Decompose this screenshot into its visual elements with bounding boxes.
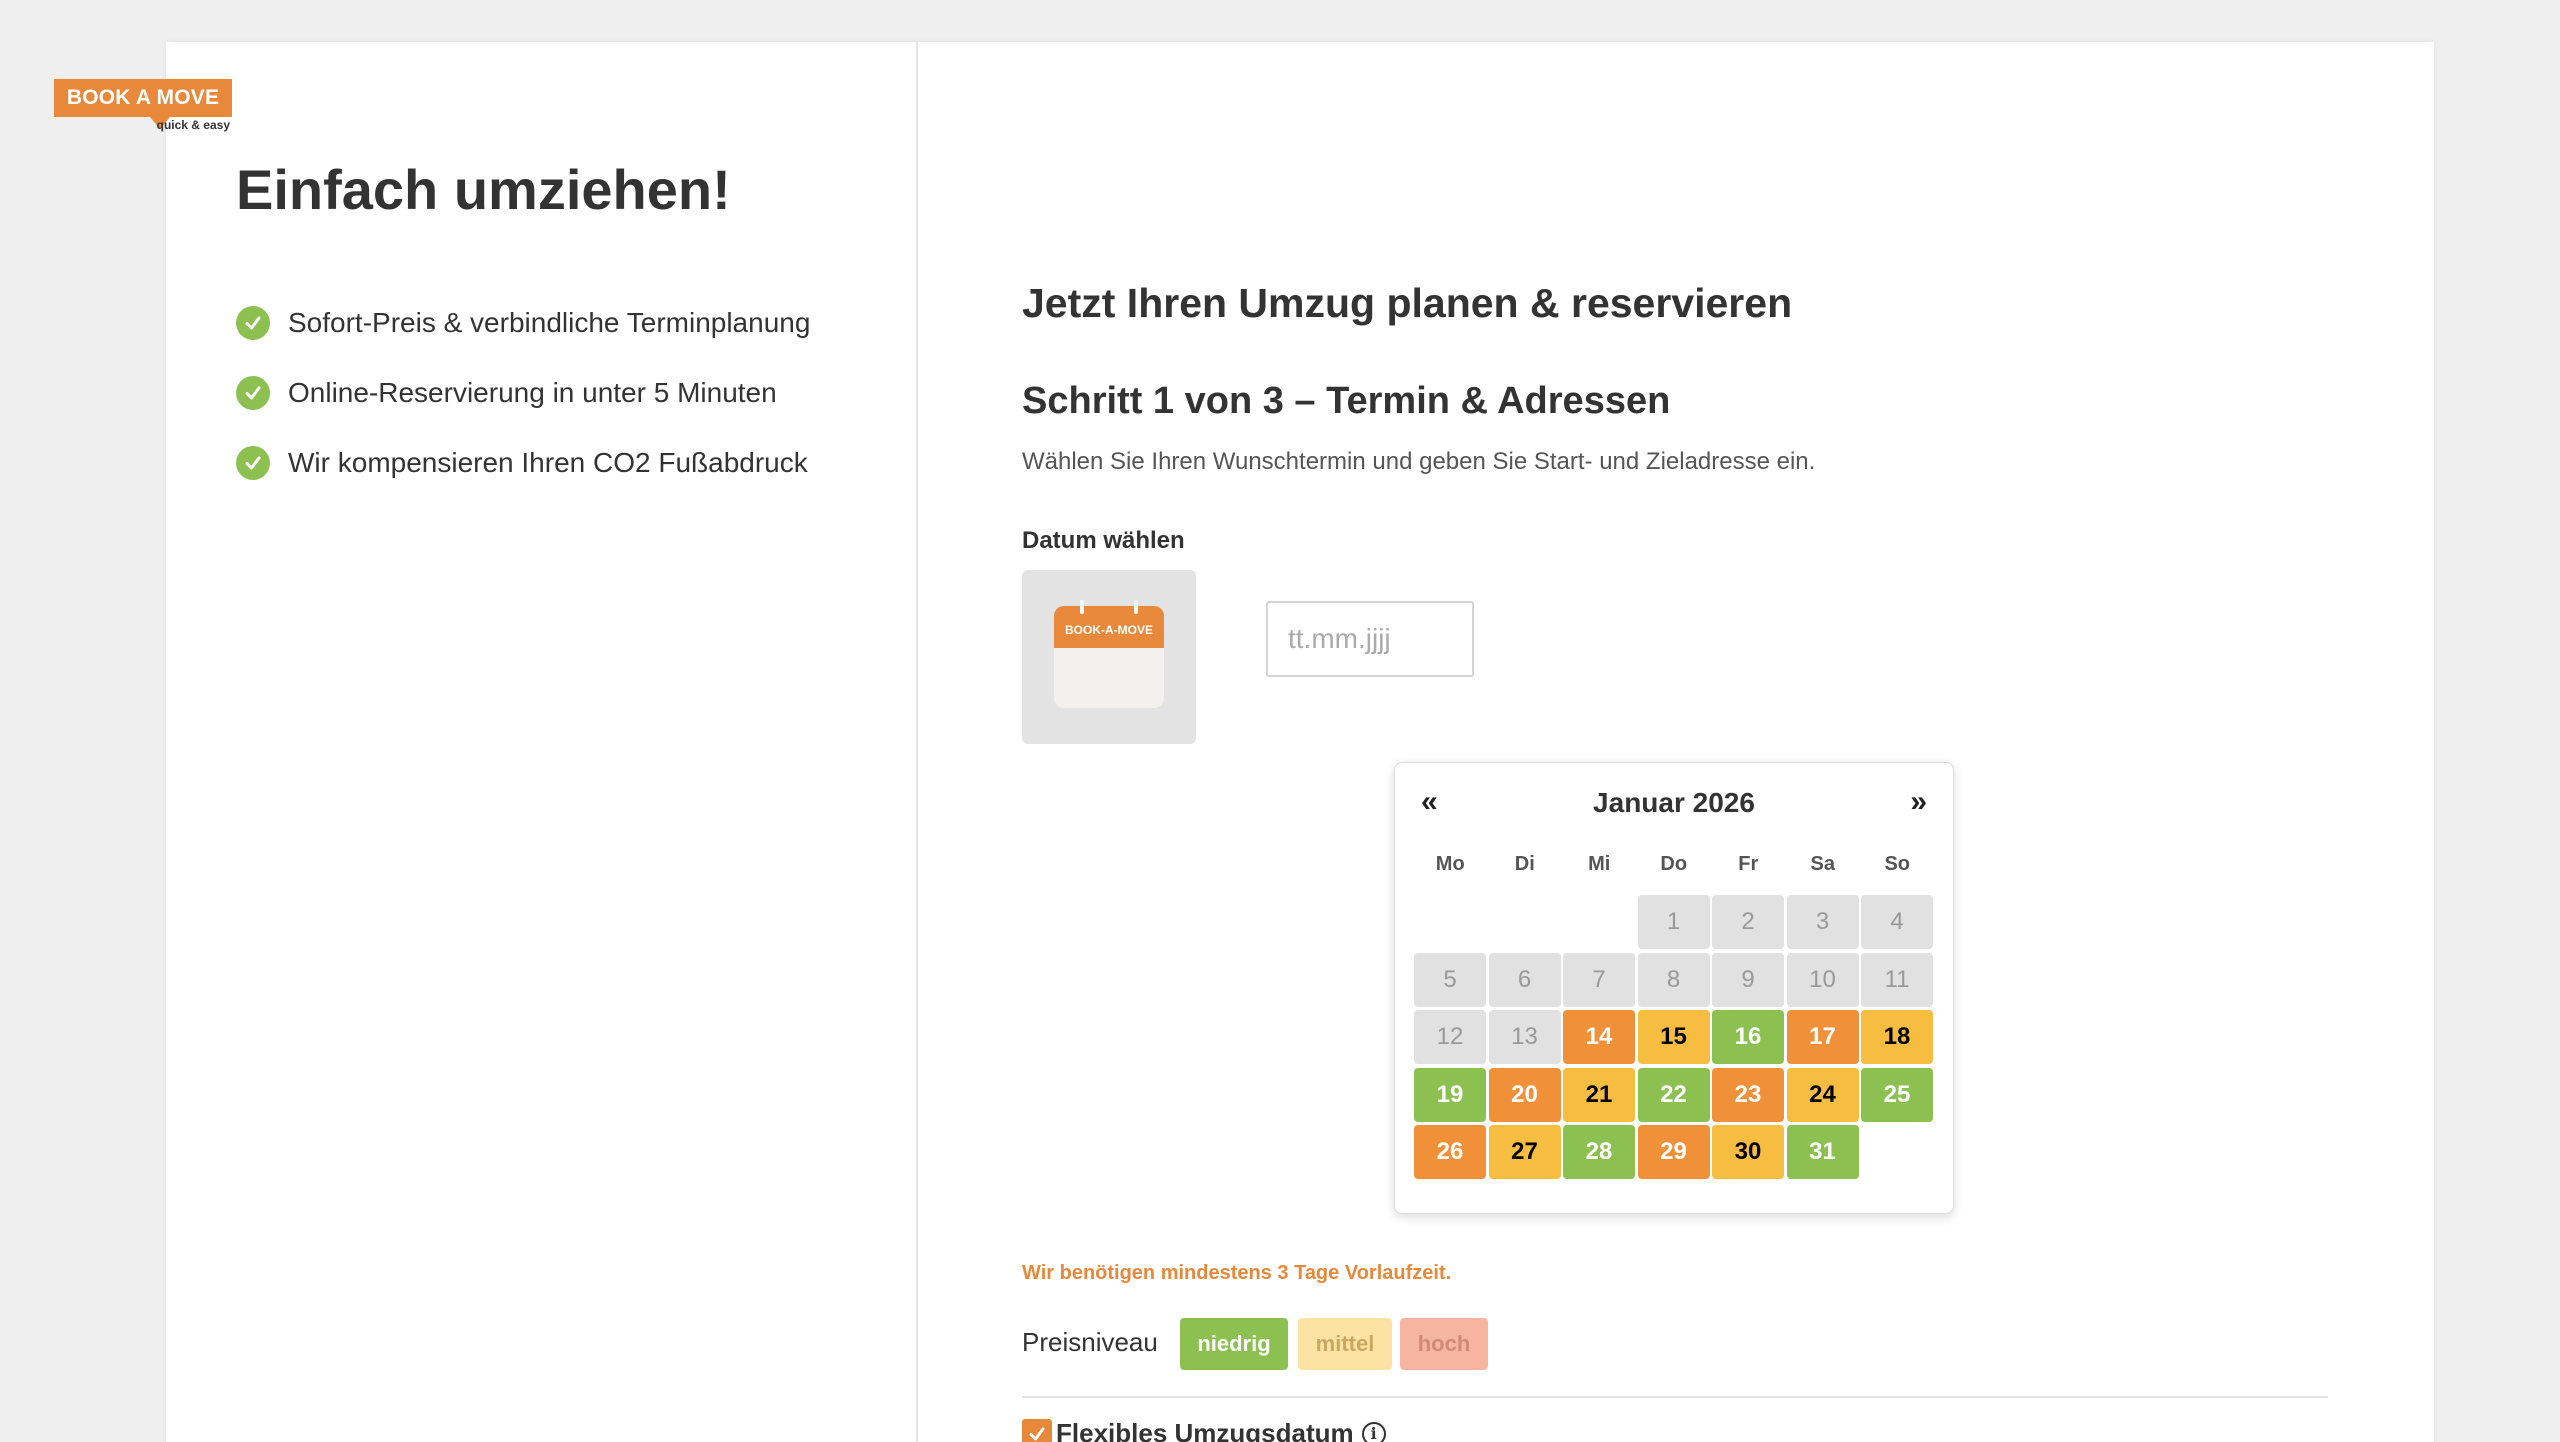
- calendar-day-28[interactable]: 28: [1563, 1125, 1635, 1179]
- calendar-day-18[interactable]: 18: [1861, 1010, 1933, 1064]
- calendar-day-17[interactable]: 17: [1786, 1010, 1859, 1064]
- datepicker: « Januar 2026 » Mo Di Mi Do Fr Sa So 1 2 3 4 5 6 7 8 9 1…: [1394, 762, 1954, 1214]
- calendar-day-1: 1: [1637, 895, 1710, 949]
- calendar-day-4: 4: [1861, 895, 1933, 949]
- calendar-day-24[interactable]: 24: [1786, 1067, 1859, 1122]
- calendar-day-13: 13: [1488, 1010, 1561, 1064]
- weekday-header: Sa: [1810, 853, 1835, 875]
- calendar-day-12: 12: [1414, 1010, 1486, 1064]
- weekday-header: Mo: [1435, 853, 1465, 875]
- calendar-day-2: 2: [1712, 895, 1784, 949]
- calendar-day-11: 11: [1861, 952, 1933, 1007]
- section-divider: [1022, 1396, 2328, 1398]
- calendar-day-21[interactable]: 21: [1563, 1067, 1635, 1122]
- calendar-day-31[interactable]: 31: [1786, 1125, 1859, 1179]
- flexible-date-checkbox[interactable]: [1022, 1418, 1052, 1442]
- feature-list: Sofort-Preis & verbindliche Terminplanun…: [236, 306, 810, 516]
- calendar-day-16[interactable]: 16: [1712, 1010, 1784, 1064]
- check-icon: [236, 376, 270, 410]
- left-title: Einfach umziehen!: [236, 158, 731, 221]
- calendar-day-25[interactable]: 25: [1861, 1067, 1933, 1122]
- check-icon: [236, 306, 270, 340]
- next-month-button[interactable]: »: [1910, 785, 1927, 819]
- feature-item: Online-Reservierung in unter 5 Minuten: [236, 376, 810, 410]
- price-badge-low: niedrig: [1180, 1318, 1288, 1370]
- calendar-day-29[interactable]: 29: [1637, 1125, 1710, 1179]
- calendar-empty-cell: [1414, 895, 1486, 949]
- calendar-ring: [1134, 600, 1138, 614]
- flexible-date-row: Flexibles Umzugsdatum i: [1022, 1418, 1386, 1442]
- step-description: Wählen Sie Ihren Wunschtermin und geben …: [1022, 448, 1816, 475]
- calendar-day-3: 3: [1786, 895, 1859, 949]
- calendar-button[interactable]: BOOK-A-MOVE: [1022, 570, 1196, 744]
- calendar-day-15[interactable]: 15: [1637, 1010, 1710, 1064]
- check-icon: [236, 446, 270, 480]
- lead-time-note: Wir benötigen mindestens 3 Tage Vorlaufz…: [1022, 1262, 1452, 1284]
- logo-text: BOOK A MOVE: [54, 79, 232, 117]
- calendar-icon: BOOK-A-MOVE: [1054, 600, 1164, 708]
- calendar-day-8: 8: [1637, 952, 1710, 1007]
- calendar-day-27[interactable]: 27: [1488, 1125, 1561, 1179]
- feature-text: Wir kompensieren Ihren CO2 Fußabdruck: [288, 447, 808, 478]
- calendar-grid: Mo Di Mi Do Fr Sa So 1 2 3 4 5 6 7 8 9 10 11 12 13 14 15 16 17 1…: [1413, 853, 1935, 1183]
- calendar-empty-cell: [1489, 895, 1561, 949]
- weekday-header: So: [1884, 853, 1911, 875]
- logo-tagline: quick & easy: [156, 118, 230, 132]
- calendar-day-20[interactable]: 20: [1488, 1067, 1561, 1122]
- calendar-icon-brand: BOOK-A-MOVE: [1054, 606, 1164, 648]
- column-divider: [916, 42, 918, 1442]
- calendar-day-30[interactable]: 30: [1712, 1125, 1784, 1179]
- weekday-header: Do: [1660, 853, 1688, 875]
- calendar-empty-cell: [1563, 895, 1635, 949]
- calendar-day-7: 7: [1563, 952, 1635, 1007]
- feature-item: Wir kompensieren Ihren CO2 Fußabdruck: [236, 446, 810, 480]
- price-level-label: Preisniveau: [1022, 1327, 1158, 1357]
- content-card: [166, 42, 2434, 1442]
- feature-text: Sofort-Preis & verbindliche Terminplanun…: [288, 307, 811, 338]
- date-label: Datum wählen: [1022, 527, 1185, 554]
- page-title: Jetzt Ihren Umzug planen & reservieren: [1022, 280, 1793, 326]
- calendar-day-10: 10: [1786, 952, 1859, 1007]
- feature-text: Online-Reservierung in unter 5 Minuten: [288, 377, 777, 408]
- weekday-header: Di: [1514, 853, 1535, 875]
- calendar-day-19[interactable]: 19: [1414, 1067, 1486, 1122]
- date-input[interactable]: [1266, 601, 1474, 677]
- price-badge-mid: mittel: [1298, 1318, 1392, 1370]
- calendar-day-9: 9: [1712, 952, 1784, 1007]
- brand-logo[interactable]: BOOK A MOVE quick & easy: [54, 79, 232, 135]
- month-label: Januar 2026: [1593, 787, 1755, 818]
- calendar-icon-body: [1054, 648, 1164, 708]
- weekday-header: Fr: [1738, 853, 1759, 875]
- calendar-ring: [1080, 600, 1084, 614]
- calendar-day-23[interactable]: 23: [1712, 1067, 1784, 1122]
- calendar-day-22[interactable]: 22: [1637, 1067, 1710, 1122]
- price-badge-high: hoch: [1400, 1318, 1488, 1370]
- step-title: Schritt 1 von 3 – Termin & Adressen: [1022, 380, 1671, 422]
- info-icon[interactable]: i: [1361, 1421, 1386, 1442]
- calendar-day-14[interactable]: 14: [1563, 1010, 1635, 1064]
- calendar-day-26[interactable]: 26: [1414, 1125, 1486, 1179]
- feature-item: Sofort-Preis & verbindliche Terminplanun…: [236, 306, 810, 340]
- calendar-day-5: 5: [1414, 952, 1486, 1007]
- flexible-date-label[interactable]: Flexibles Umzugsdatum: [1056, 1418, 1354, 1442]
- weekday-header: Mi: [1588, 853, 1611, 875]
- calendar-day-6: 6: [1488, 952, 1561, 1007]
